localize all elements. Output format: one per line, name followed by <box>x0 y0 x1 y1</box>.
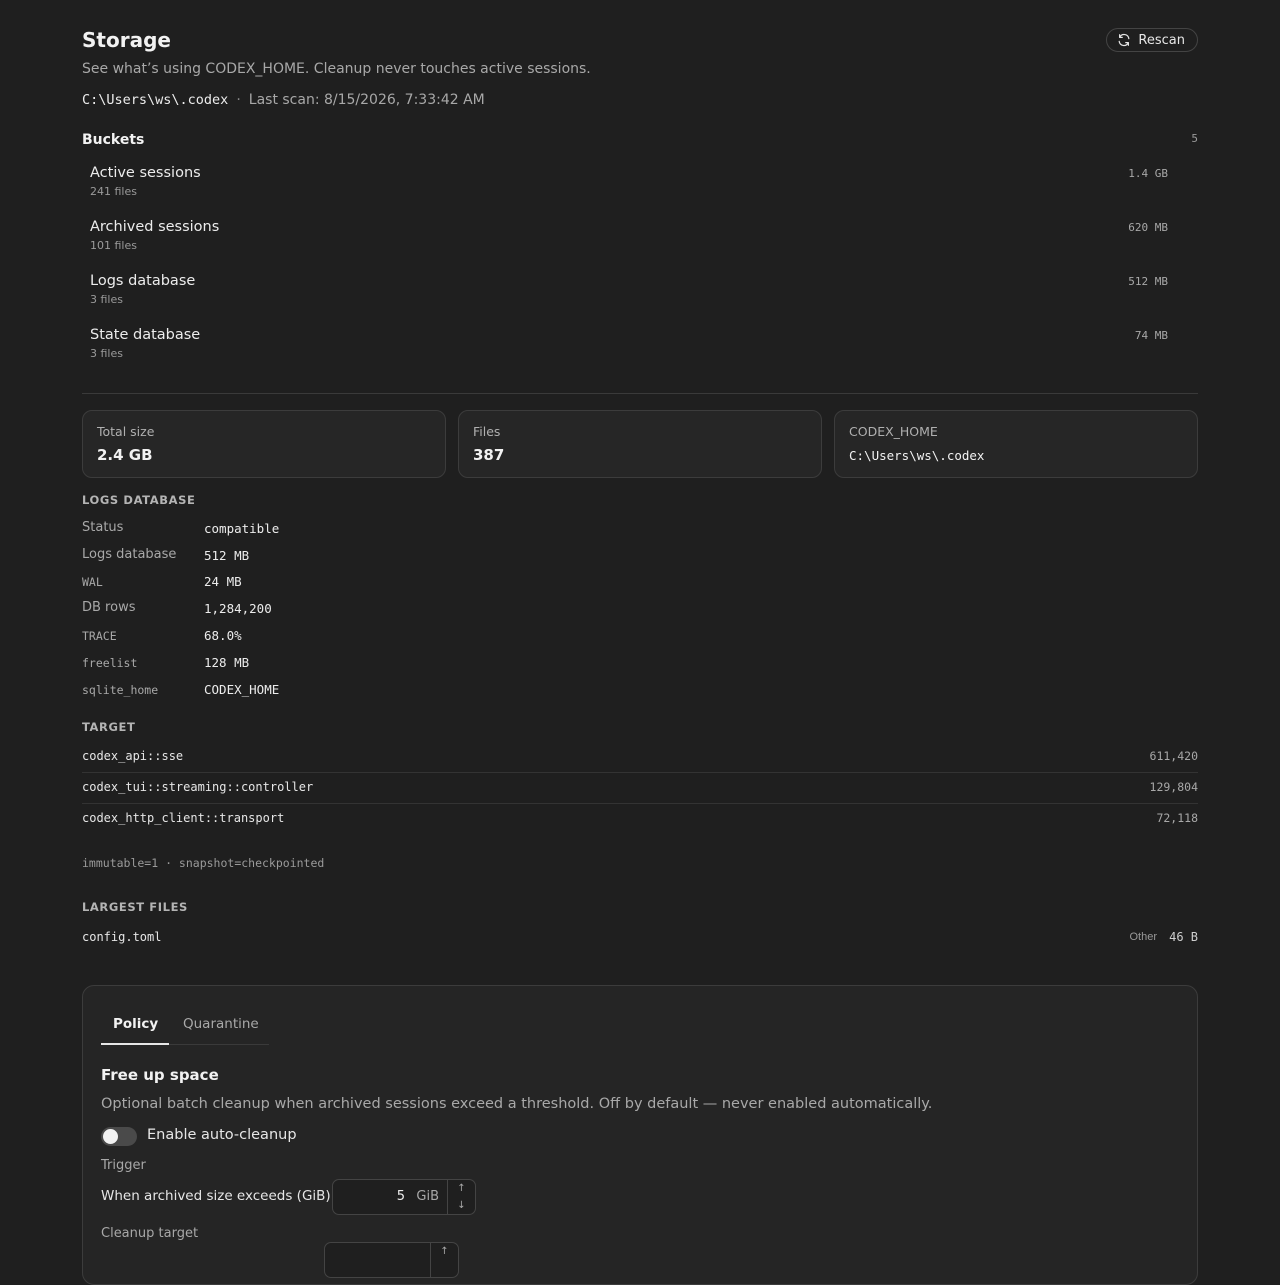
bucket-size: 620 MB <box>1128 221 1168 234</box>
bucket-archived-sessions[interactable]: Archived sessions 101 files 620 MB <box>90 219 1168 265</box>
stat-label: CODEX_HOME <box>849 424 938 439</box>
codex-home-path: C:\Users\ws\.codex <box>82 92 229 108</box>
separator: · <box>236 92 241 108</box>
bucket-name: Logs database <box>90 273 196 289</box>
refresh-icon <box>1117 33 1131 47</box>
kv-db-rows: DB rows 1,284,200 <box>82 600 482 618</box>
largest-file-row[interactable]: config.toml Other 46 B <box>82 928 1198 948</box>
page-title: Storage <box>82 28 171 52</box>
auto-cleanup-toggle[interactable] <box>101 1127 137 1146</box>
policy-tabs: Policy Quarantine <box>101 1006 269 1045</box>
threshold-stepper: ↑ ↓ <box>447 1180 475 1214</box>
target-row: codex_http_client::transport 72,118 <box>82 804 1198 835</box>
target-name: codex_http_client::transport <box>82 811 285 825</box>
threshold-value: 5 <box>396 1189 405 1204</box>
bucket-name: Archived sessions <box>90 219 220 235</box>
bucket-file-count: 241 files <box>90 185 137 198</box>
section-divider <box>82 393 1198 394</box>
kv-key: WAL <box>82 575 103 589</box>
file-size: 46 B <box>1169 930 1198 944</box>
free-up-space-title: Free up space <box>101 1066 219 1084</box>
target-count: 72,118 <box>1156 811 1198 825</box>
scan-info: C:\Users\ws\.codex · Last scan: 8/15/2026,… <box>82 92 485 108</box>
tab-quarantine[interactable]: Quarantine <box>183 1016 259 1032</box>
trigger-label: Trigger <box>101 1158 146 1173</box>
bucket-name: State database <box>90 327 201 343</box>
kv-key: DB rows <box>82 600 136 615</box>
bucket-active-sessions[interactable]: Active sessions 241 files 1.4 GB <box>90 165 1168 211</box>
target-heading: TARGET <box>82 720 136 734</box>
arrow-up-icon[interactable]: ↑ <box>431 1243 458 1260</box>
kv-value: 512 MB <box>204 548 250 563</box>
stat-value: C:\Users\ws\.codex <box>849 448 985 463</box>
bucket-size: 74 MB <box>1134 329 1168 342</box>
target-count: 129,804 <box>1149 780 1198 794</box>
kv-value: CODEX_HOME <box>204 682 280 697</box>
buckets-title: Buckets <box>82 132 145 148</box>
kv-sqlite-home: sqlite_home CODEX_HOME <box>82 681 482 699</box>
bucket-state-database[interactable]: State database 3 files 74 MB <box>90 327 1168 373</box>
logs-database-heading: LOGS DATABASE <box>82 493 196 507</box>
cleanup-target-label: Cleanup target <box>101 1226 199 1241</box>
buckets-header: Buckets 5 <box>82 129 1198 149</box>
kv-key: freelist <box>82 656 138 670</box>
bucket-size: 512 MB <box>1128 275 1168 288</box>
kv-key: sqlite_home <box>82 683 159 697</box>
page-subtitle: See what’s using CODEX_HOME. Cleanup nev… <box>82 61 591 77</box>
auto-cleanup-label: Enable auto-cleanup <box>147 1127 297 1143</box>
policy-panel: Policy Quarantine Free up space Optional… <box>82 985 1198 1285</box>
arrow-down-icon[interactable]: ↓ <box>448 1197 475 1214</box>
file-category: Other <box>1129 931 1157 943</box>
bucket-name: Active sessions <box>90 165 201 181</box>
bucket-file-count: 3 files <box>90 293 123 306</box>
kv-key: TRACE <box>82 629 117 643</box>
bucket-file-count: 3 files <box>90 347 123 360</box>
last-scan-text: Last scan: 8/15/2026, 7:33:42 AM <box>248 92 485 108</box>
tab-policy[interactable]: Policy <box>113 1016 158 1032</box>
free-up-space-description: Optional batch cleanup when archived ses… <box>101 1096 933 1112</box>
stat-label: Files <box>473 424 501 439</box>
target-row: codex_tui::streaming::controller 129,804 <box>82 773 1198 804</box>
target-name: codex_tui::streaming::controller <box>82 780 314 794</box>
stat-files: Files 387 <box>458 410 822 478</box>
threshold-gib-input[interactable]: 5 GiB ↑ ↓ <box>332 1179 476 1215</box>
stat-value: 387 <box>473 446 505 464</box>
kv-freelist: freelist 128 MB <box>82 654 482 672</box>
bucket-logs-database[interactable]: Logs database 3 files 512 MB <box>90 273 1168 319</box>
active-tab-indicator <box>101 1043 169 1045</box>
rescan-label: Rescan <box>1138 32 1185 48</box>
stat-codex-home: CODEX_HOME C:\Users\ws\.codex <box>834 410 1198 478</box>
kv-key: Status <box>82 520 124 535</box>
trigger-threshold-label: When archived size exceeds (GiB) <box>101 1188 331 1204</box>
stat-label: Total size <box>97 424 155 439</box>
bucket-file-count: 101 files <box>90 239 137 252</box>
cleanup-target-input[interactable]: ↑ <box>324 1242 459 1278</box>
largest-files-heading: LARGEST FILES <box>82 900 188 914</box>
kv-value: 1,284,200 <box>204 601 272 616</box>
kv-value: 24 MB <box>204 574 242 589</box>
kv-status: Status compatible <box>82 520 482 538</box>
kv-value: 128 MB <box>204 655 250 670</box>
stat-value: 2.4 GB <box>97 446 153 464</box>
kv-wal: WAL 24 MB <box>82 573 482 591</box>
buckets-count: 5 <box>1191 132 1198 145</box>
kv-logs-database: Logs database 512 MB <box>82 547 482 565</box>
file-name: config.toml <box>82 930 162 944</box>
kv-value: compatible <box>204 521 280 536</box>
cleanup-target-stepper: ↑ <box>430 1243 458 1277</box>
rescan-button[interactable]: Rescan <box>1106 28 1198 52</box>
kv-trace: TRACE 68.0% <box>82 627 482 645</box>
threshold-unit: GiB <box>416 1189 439 1204</box>
bucket-size: 1.4 GB <box>1128 167 1168 180</box>
target-name: codex_api::sse <box>82 749 184 763</box>
toggle-knob <box>103 1129 118 1144</box>
arrow-up-icon[interactable]: ↑ <box>448 1180 475 1197</box>
stat-total-size: Total size 2.4 GB <box>82 410 446 478</box>
kv-value: 68.0% <box>204 628 242 643</box>
target-row: codex_api::sse 611,420 <box>82 742 1198 773</box>
target-footnote: immutable=1 · snapshot=checkpointed <box>82 856 325 870</box>
kv-key: Logs database <box>82 547 177 562</box>
target-count: 611,420 <box>1149 749 1198 763</box>
